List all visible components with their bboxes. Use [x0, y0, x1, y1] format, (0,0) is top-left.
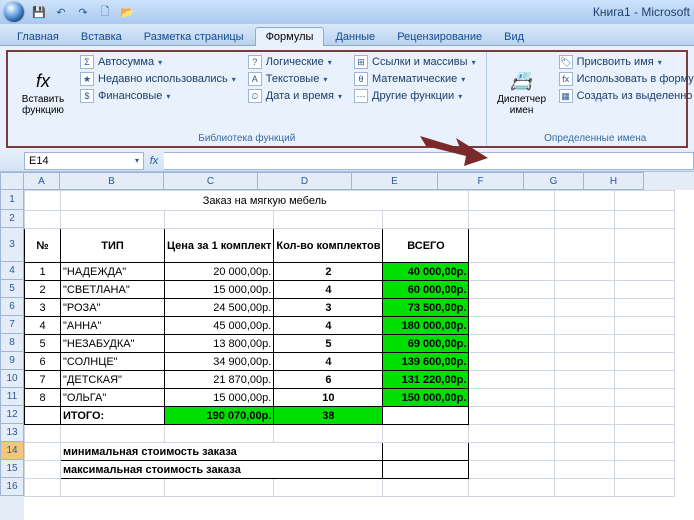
tab-home[interactable]: Главная [6, 27, 70, 46]
name-manager-icon: 📇 [510, 71, 532, 92]
name-manager-button[interactable]: 📇 Диспетчер имен [493, 54, 551, 132]
text-icon: A [248, 72, 262, 86]
row-header-1[interactable]: 1 [0, 190, 24, 210]
row-headers: 12345678910111213141516 [0, 190, 24, 520]
column-headers: ABCDEFGH [24, 172, 694, 190]
col-header-G[interactable]: G [524, 172, 584, 190]
new-icon[interactable]: 🗋 [96, 3, 114, 21]
tab-review[interactable]: Рецензирование [386, 27, 493, 46]
column-headers-row: ABCDEFGH [0, 172, 694, 190]
row-header-15[interactable]: 15 [0, 460, 24, 478]
tab-insert[interactable]: Вставка [70, 27, 133, 46]
col-header-F[interactable]: F [438, 172, 524, 190]
logical-icon: ? [248, 55, 262, 69]
row-header-14[interactable]: 14 [0, 442, 24, 460]
row-header-10[interactable]: 10 [0, 370, 24, 388]
ribbon-tabs: Главная Вставка Разметка страницы Формул… [0, 24, 694, 46]
select-all-corner[interactable] [0, 172, 24, 190]
row-header-16[interactable]: 16 [0, 478, 24, 496]
row-header-6[interactable]: 6 [0, 298, 24, 316]
title-bar: 💾 ↶ ↷ 🗋 📂 Книга1 - Microsoft [0, 0, 694, 24]
row-header-8[interactable]: 8 [0, 334, 24, 352]
row-header-3[interactable]: 3 [0, 228, 24, 262]
more-fn-button[interactable]: ⋯Другие функции▾ [350, 88, 480, 104]
group-caption-library: Библиотека функций [14, 132, 480, 144]
row-header-13[interactable]: 13 [0, 424, 24, 442]
tag-icon: 🏷 [559, 55, 573, 69]
redo-icon[interactable]: ↷ [74, 3, 92, 21]
use-in-formula-button[interactable]: fxИспользовать в форму [555, 71, 694, 87]
fx-button[interactable]: fx [144, 155, 164, 167]
financial-icon: $ [80, 89, 94, 103]
save-icon[interactable]: 💾 [30, 3, 48, 21]
date-button[interactable]: ⏲Дата и время▾ [244, 88, 346, 104]
open-icon[interactable]: 📂 [118, 3, 136, 21]
insert-function-label: Вставить функцию [16, 94, 70, 116]
col-header-A[interactable]: A [24, 172, 60, 190]
formula-icon: fx [559, 72, 573, 86]
fx-icon: fx [36, 71, 50, 92]
recent-icon: ★ [80, 72, 94, 86]
undo-icon[interactable]: ↶ [52, 3, 70, 21]
name-box[interactable]: E14▾ [24, 152, 144, 170]
row-header-7[interactable]: 7 [0, 316, 24, 334]
math-button[interactable]: θМатематические▾ [350, 71, 480, 87]
text-button[interactable]: AТекстовые▾ [244, 71, 346, 87]
quick-access-toolbar: 💾 ↶ ↷ 🗋 📂 [30, 3, 136, 21]
row-header-11[interactable]: 11 [0, 388, 24, 406]
row-header-5[interactable]: 5 [0, 280, 24, 298]
window-title: Книга1 - Microsoft [593, 5, 690, 19]
create-from-sel-button[interactable]: ▦Создать из выделенно [555, 88, 694, 104]
sigma-icon: Σ [80, 55, 94, 69]
col-header-E[interactable]: E [352, 172, 438, 190]
lookup-icon: ⊞ [354, 55, 368, 69]
worksheet-grid[interactable]: 12345678910111213141516 Заказ на мягкую … [0, 190, 694, 520]
tab-data[interactable]: Данные [324, 27, 386, 46]
insert-function-button[interactable]: fx Вставить функцию [14, 54, 72, 132]
cells[interactable]: Заказ на мягкую мебель№ТИПЦена за 1 комп… [24, 190, 675, 497]
col-header-D[interactable]: D [258, 172, 352, 190]
group-caption-names: Определенные имена [493, 132, 694, 144]
row-header-12[interactable]: 12 [0, 406, 24, 424]
math-icon: θ [354, 72, 368, 86]
name-manager-label: Диспетчер имен [495, 94, 549, 116]
logical-button[interactable]: ?Логические▾ [244, 54, 346, 70]
office-button[interactable] [4, 2, 24, 22]
tab-view[interactable]: Вид [493, 27, 535, 46]
row-header-4[interactable]: 4 [0, 262, 24, 280]
col-header-B[interactable]: B [60, 172, 164, 190]
more-icon: ⋯ [354, 89, 368, 103]
recent-button[interactable]: ★Недавно использовались▾ [76, 71, 240, 87]
financial-button[interactable]: $Финансовые▾ [76, 88, 240, 104]
create-icon: ▦ [559, 89, 573, 103]
row-header-9[interactable]: 9 [0, 352, 24, 370]
formula-bar[interactable] [164, 152, 694, 170]
ribbon: fx Вставить функцию ΣАвтосумма▾ ★Недавно… [0, 46, 694, 150]
lookup-button[interactable]: ⊞Ссылки и массивы▾ [350, 54, 480, 70]
define-name-button[interactable]: 🏷Присвоить имя▾ [555, 54, 694, 70]
tab-layout[interactable]: Разметка страницы [133, 27, 255, 46]
formula-bar-row: E14▾ fx [0, 150, 694, 172]
row-header-2[interactable]: 2 [0, 210, 24, 228]
col-header-H[interactable]: H [584, 172, 644, 190]
clock-icon: ⏲ [248, 89, 262, 103]
col-header-C[interactable]: C [164, 172, 258, 190]
tab-formulas[interactable]: Формулы [255, 27, 325, 46]
autosum-button[interactable]: ΣАвтосумма▾ [76, 54, 240, 70]
